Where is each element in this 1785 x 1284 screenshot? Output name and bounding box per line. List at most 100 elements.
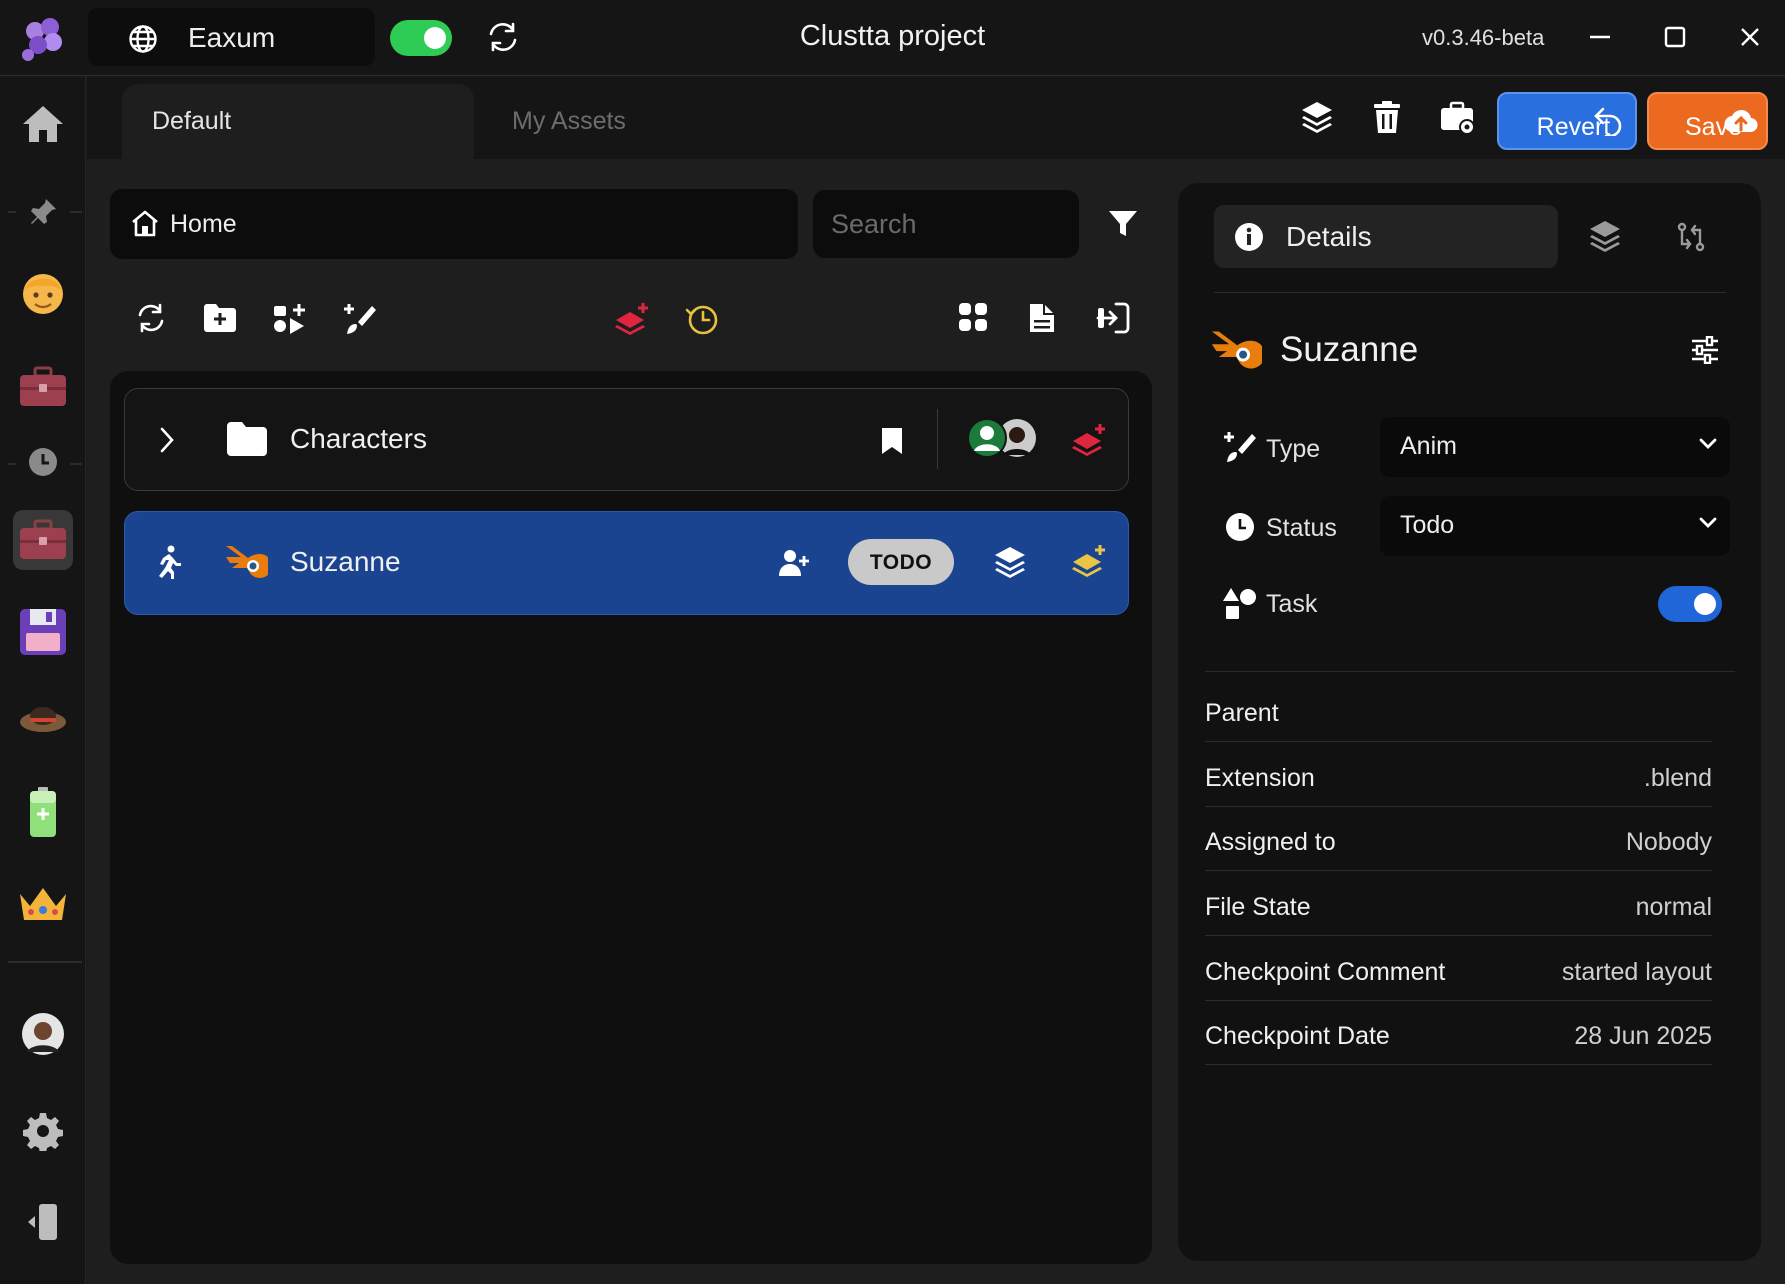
home-icon[interactable]: [16, 97, 70, 151]
row-name: Suzanne: [290, 546, 401, 577]
breadcrumb[interactable]: Home: [110, 189, 798, 259]
list-item[interactable]: Characters: [124, 388, 1129, 491]
filter-icon[interactable]: [1108, 209, 1138, 239]
running-person-icon: [153, 545, 183, 579]
assign-user-icon[interactable]: [778, 548, 810, 578]
collaborators-avatars: [965, 417, 1039, 459]
divider: [1205, 671, 1735, 672]
status-label: Status: [1266, 514, 1337, 542]
revert-button[interactable]: Revert: [1497, 92, 1637, 150]
info-row-file-state: File State normal: [1205, 871, 1712, 936]
gear-icon[interactable]: [16, 1104, 70, 1158]
sidebar: [0, 77, 86, 1284]
shapes-icon: [1222, 587, 1258, 621]
status-badge[interactable]: TODO: [848, 539, 954, 585]
info-key: Checkpoint Comment: [1205, 958, 1446, 986]
info-value: started layout: [1561, 958, 1712, 986]
refresh-icon[interactable]: [135, 302, 167, 334]
import-icon[interactable]: [1096, 302, 1130, 334]
briefcase-settings-icon[interactable]: [1440, 100, 1476, 136]
layers-icon[interactable]: [993, 545, 1027, 579]
row-name: Characters: [290, 423, 427, 454]
details-tab-label: Details: [1286, 221, 1372, 252]
project-selector[interactable]: Eaxum: [88, 8, 415, 66]
layers-tab-icon[interactable]: [1588, 219, 1622, 253]
history-icon[interactable]: [685, 302, 719, 336]
type-select[interactable]: Anim: [1380, 417, 1730, 477]
asset-name: Suzanne: [1280, 330, 1419, 369]
asset-list: [110, 371, 1152, 1264]
tab-default[interactable]: Default: [122, 84, 474, 160]
chevron-right-icon[interactable]: [159, 426, 175, 454]
pin-icon[interactable]: [16, 185, 70, 239]
clustta-logo-icon[interactable]: [18, 14, 68, 64]
bookmark-icon[interactable]: [880, 426, 904, 456]
info-row-extension: Extension .blend: [1205, 742, 1712, 807]
info-key: Extension: [1205, 764, 1315, 792]
chevron-down-icon: [1698, 437, 1718, 451]
search-input[interactable]: [813, 190, 1079, 258]
battery-icon[interactable]: [16, 785, 70, 839]
new-folder-icon[interactable]: [203, 302, 237, 334]
briefcase-icon[interactable]: [16, 360, 70, 414]
info-value: Nobody: [1625, 828, 1712, 856]
row-divider: [937, 409, 938, 469]
version-label: v0.3.46-beta: [1422, 25, 1545, 50]
red-layers-add-icon[interactable]: [1071, 423, 1107, 457]
folder-icon: [226, 421, 268, 457]
grid-view-icon[interactable]: [958, 302, 988, 332]
layers-icon[interactable]: [1300, 100, 1334, 134]
red-layers-add-icon[interactable]: [614, 302, 650, 336]
sliders-icon[interactable]: [1690, 336, 1720, 364]
project-name: Eaxum: [188, 22, 276, 53]
trash-icon[interactable]: [1373, 100, 1401, 134]
type-value: Anim: [1400, 432, 1457, 460]
info-value: .blend: [1643, 764, 1712, 792]
brush-add-icon[interactable]: [342, 302, 376, 336]
blender-icon: [224, 543, 268, 581]
task-toggle[interactable]: [1658, 586, 1722, 622]
crown-icon[interactable]: [16, 877, 70, 931]
collapse-sidebar-icon[interactable]: [16, 1195, 70, 1249]
clock-icon[interactable]: [16, 435, 70, 489]
save-button[interactable]: Save: [1647, 92, 1768, 150]
home-icon: [130, 209, 160, 237]
floppy-disk-icon[interactable]: [16, 605, 70, 659]
close-icon[interactable]: [1738, 24, 1762, 50]
tab-details[interactable]: Details: [1214, 205, 1558, 268]
info-value: 28 Jun 2025: [1574, 1022, 1712, 1050]
add-media-icon[interactable]: [272, 302, 308, 334]
blender-icon: [1208, 328, 1262, 372]
sidebar-divider: [8, 961, 82, 963]
document-icon[interactable]: [1028, 302, 1056, 334]
status-select[interactable]: Todo: [1380, 496, 1730, 556]
maximize-icon[interactable]: [1662, 24, 1688, 50]
cloud-upload-icon: [1724, 106, 1758, 136]
chevron-down-icon: [1698, 516, 1718, 530]
avatar[interactable]: [16, 1007, 70, 1061]
info-key: File State: [1205, 893, 1311, 921]
globe-icon: [128, 24, 158, 54]
info-key: Assigned to: [1205, 828, 1336, 856]
clock-icon: [1225, 512, 1255, 542]
info-row-checkpoint-comment: Checkpoint Comment started layout: [1205, 936, 1712, 1001]
info-row-checkpoint-date: Checkpoint Date 28 Jun 2025: [1205, 1000, 1712, 1065]
minimize-icon[interactable]: [1588, 24, 1612, 50]
tab-my-assets[interactable]: My Assets: [480, 84, 740, 160]
user-emoji-icon[interactable]: [16, 267, 70, 321]
task-label: Task: [1266, 590, 1318, 618]
breadcrumb-home: Home: [170, 210, 237, 238]
undo-icon: [1593, 106, 1623, 136]
briefcase-active-icon[interactable]: [13, 510, 73, 570]
list-item-selected[interactable]: Suzanne TODO: [124, 511, 1129, 615]
info-key: Checkpoint Date: [1205, 1022, 1390, 1050]
online-toggle[interactable]: [390, 20, 452, 56]
info-value: normal: [1635, 893, 1712, 921]
sync-icon[interactable]: [486, 20, 520, 54]
compare-icon[interactable]: [1676, 222, 1706, 252]
status-value: Todo: [1400, 511, 1455, 539]
info-row-parent: Parent: [1205, 677, 1712, 742]
info-row-assigned-to: Assigned to Nobody: [1205, 806, 1712, 871]
hat-icon[interactable]: [16, 689, 70, 743]
yellow-layers-add-icon[interactable]: [1071, 544, 1107, 578]
